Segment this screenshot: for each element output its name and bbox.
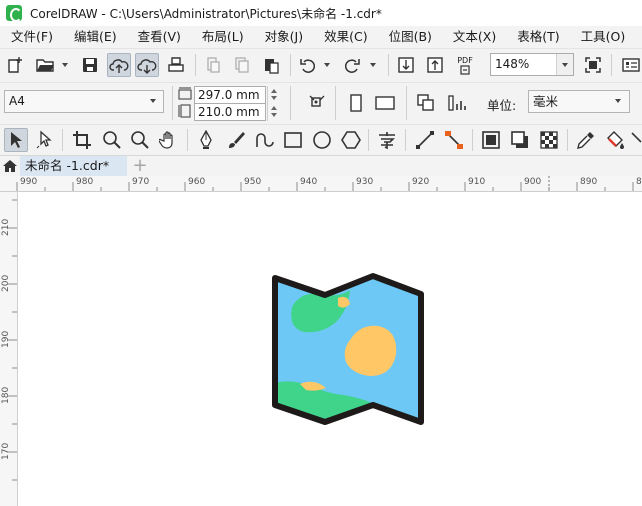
pan-tool-icon[interactable]: [157, 129, 181, 151]
open-folder-icon[interactable]: [34, 55, 56, 75]
pick-tool-icon[interactable]: [4, 128, 28, 152]
menu-file[interactable]: 文件(F): [0, 26, 63, 48]
brush-tool-icon[interactable]: [224, 129, 248, 151]
line-tool-icon[interactable]: [413, 129, 437, 151]
page-orientation-icon[interactable]: [306, 92, 328, 114]
units-label: 单位:: [487, 98, 517, 113]
page-height-field[interactable]: 210.0 mm: [194, 103, 266, 121]
page-height-spinner[interactable]: [267, 103, 280, 121]
page-size-dropdown-icon[interactable]: [150, 99, 157, 103]
current-page-icon[interactable]: [446, 92, 468, 114]
ellipse-tool-icon[interactable]: [310, 129, 334, 151]
zoom-dropdown-icon[interactable]: [556, 54, 573, 75]
import-icon[interactable]: [396, 55, 416, 75]
contour-tool-icon[interactable]: [479, 129, 503, 151]
redo-dropdown-icon[interactable]: [370, 63, 377, 67]
home-icon[interactable]: [0, 156, 20, 176]
crop-tool-icon[interactable]: [70, 129, 94, 151]
menu-bitmaps[interactable]: 位图(B): [378, 26, 442, 48]
page-size-select[interactable]: A4: [4, 90, 164, 113]
save-icon[interactable]: [80, 55, 100, 75]
print-icon[interactable]: [166, 55, 186, 75]
page-height-icon: [177, 103, 193, 119]
eyedropper-tool-icon[interactable]: [574, 129, 598, 151]
connector-tool-icon[interactable]: [442, 129, 466, 151]
drop-shadow-tool-icon[interactable]: [508, 129, 532, 151]
menu-view[interactable]: 查看(V): [127, 26, 191, 48]
page-width-icon: [177, 86, 193, 102]
export-pdf-icon[interactable]: PDF: [453, 54, 477, 76]
cut-icon[interactable]: [204, 55, 222, 75]
transparency-tool-icon[interactable]: [537, 129, 561, 151]
undo-icon[interactable]: [298, 55, 318, 75]
menu-effects[interactable]: 效果(C): [313, 26, 377, 48]
cloud-upload-icon[interactable]: [107, 53, 131, 77]
menu-edit[interactable]: 编辑(E): [63, 26, 127, 48]
page-width-field[interactable]: 297.0 mm: [194, 86, 266, 104]
menu-bar: 文件(F) 编辑(E) 查看(V) 布局(L) 对象(J) 效果(C) 位图(B…: [0, 26, 642, 48]
vertical-ruler-ticks: [8, 199, 17, 481]
window-title: CorelDRAW - C:\Users\Administrator\Pictu…: [30, 6, 382, 21]
units-dropdown-icon[interactable]: [615, 99, 622, 103]
horizontal-ruler-ticks: [16, 176, 634, 191]
page-width-spinner[interactable]: [267, 86, 280, 104]
pen-tool-icon[interactable]: [194, 129, 218, 151]
portrait-icon[interactable]: [346, 92, 366, 114]
shape-tool-icon[interactable]: [33, 129, 57, 151]
curve-tool-icon[interactable]: [252, 129, 276, 151]
full-screen-icon[interactable]: [583, 55, 603, 75]
zoom-tool-icon[interactable]: [100, 129, 124, 151]
outline-tool-icon[interactable]: [630, 129, 642, 151]
all-pages-icon[interactable]: [415, 92, 437, 114]
copy-icon[interactable]: [233, 55, 251, 75]
add-tab-icon[interactable]: +: [130, 156, 150, 176]
redo-icon[interactable]: [342, 55, 362, 75]
coreldraw-logo-icon: [6, 5, 22, 22]
menu-layout[interactable]: 布局(L): [191, 26, 254, 48]
folded-map-artwork[interactable]: [270, 272, 430, 432]
tab-document[interactable]: 未命名 -1.cdr*: [20, 156, 127, 176]
menu-object[interactable]: 对象(J): [254, 26, 313, 48]
rectangle-tool-icon[interactable]: [281, 129, 305, 151]
zoom-out-tool-icon[interactable]: [128, 129, 152, 151]
export-icon[interactable]: [425, 55, 445, 75]
pdf-label: PDF: [457, 55, 473, 65]
menu-tools[interactable]: 工具(O): [570, 26, 636, 48]
cloud-sync-icon[interactable]: [135, 53, 159, 77]
title-bar: CorelDRAW - C:\Users\Administrator\Pictu…: [0, 0, 642, 26]
open-dropdown-icon[interactable]: [62, 63, 69, 67]
options-icon[interactable]: [620, 55, 642, 75]
landscape-icon[interactable]: [372, 92, 398, 114]
new-document-icon[interactable]: [5, 55, 25, 75]
undo-dropdown-icon[interactable]: [324, 63, 331, 67]
vertical-ruler[interactable]: 210 200 190 180 170: [0, 192, 18, 506]
fill-tool-icon[interactable]: [603, 129, 627, 151]
menu-text[interactable]: 文本(X): [442, 26, 506, 48]
text-tool-icon[interactable]: [375, 129, 399, 151]
menu-table[interactable]: 表格(T): [506, 26, 569, 48]
paste-icon[interactable]: [262, 55, 280, 75]
horizontal-ruler[interactable]: 990 980 970 960 950 940 930 920 910 900 …: [0, 176, 642, 192]
polygon-tool-icon[interactable]: [339, 129, 363, 151]
